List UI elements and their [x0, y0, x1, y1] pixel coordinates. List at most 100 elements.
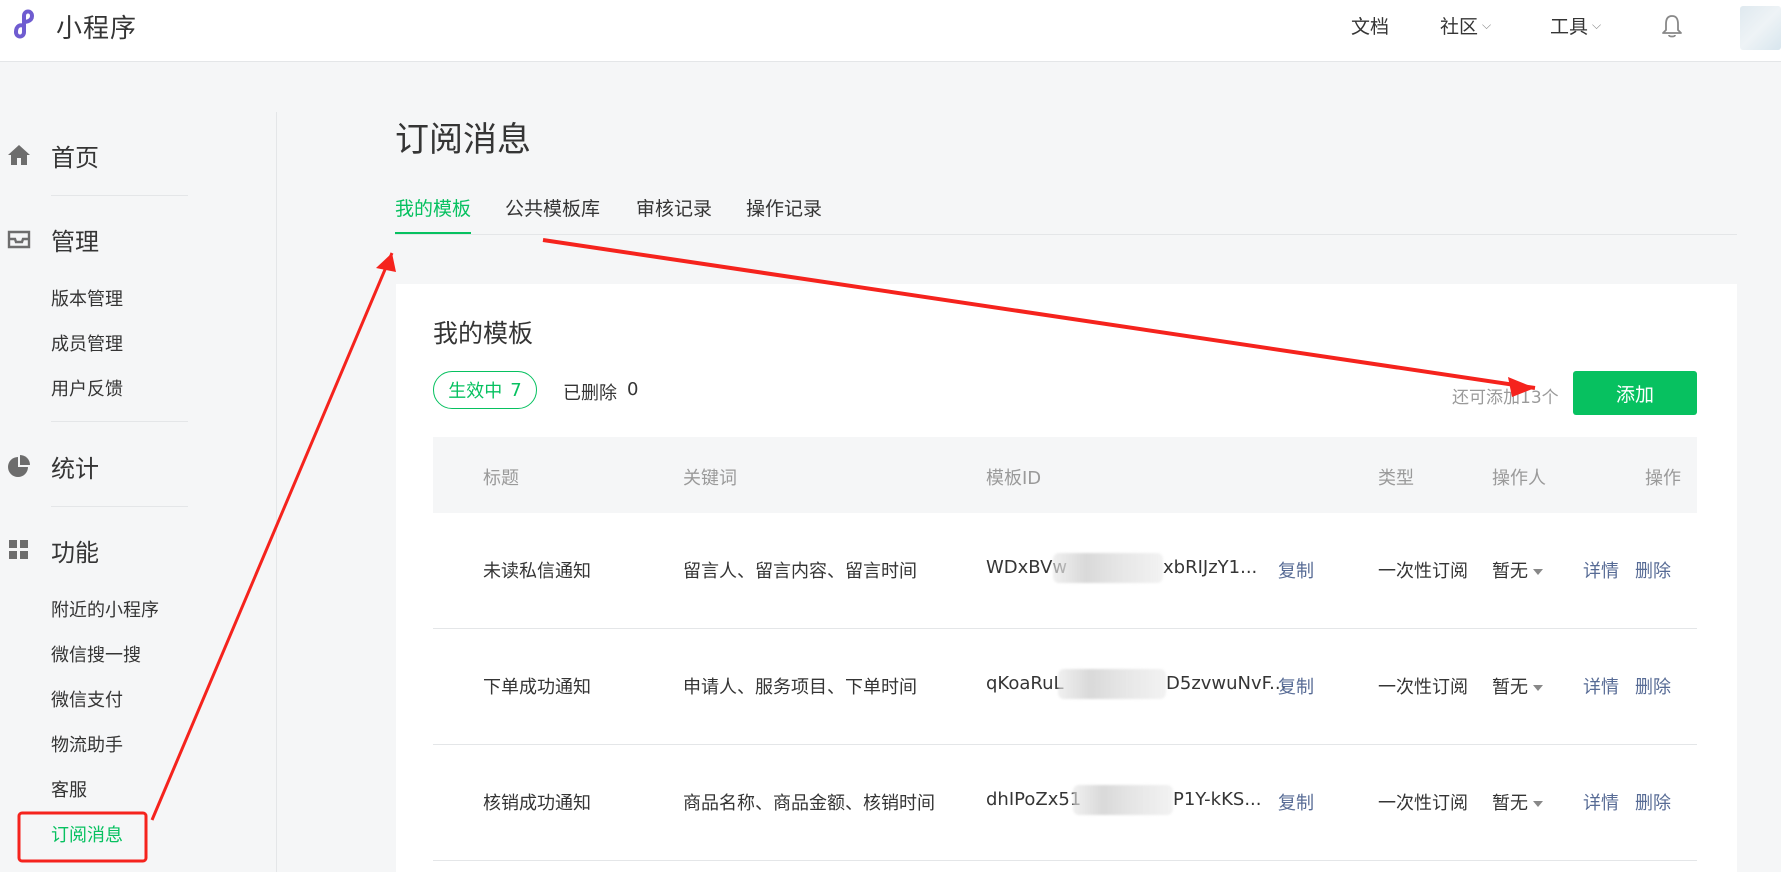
delete-link[interactable]: 删除 — [1635, 557, 1671, 583]
filter-deleted[interactable]: 已删除 0 — [563, 379, 638, 405]
col-actions: 操作 — [1645, 468, 1681, 489]
redaction-blur — [1073, 785, 1173, 815]
redaction-blur — [1058, 669, 1166, 699]
copy-link[interactable]: 复制 — [1278, 789, 1314, 815]
tab-public-library[interactable]: 公共模板库 — [505, 194, 600, 234]
tab-operation-records[interactable]: 操作记录 — [746, 194, 822, 234]
row-template-id-suffix: xbRIJzY1... — [1163, 557, 1258, 578]
home-icon — [6, 142, 32, 168]
sidebar-item-home-label: 首页 — [51, 143, 99, 172]
filter-active[interactable]: 生效中 7 — [433, 371, 537, 409]
detail-link[interactable]: 详情 — [1583, 789, 1619, 815]
chevron-down-icon: ⌵ — [1482, 18, 1492, 32]
tab-review-records[interactable]: 审核记录 — [636, 194, 712, 234]
col-template-id: 模板ID — [986, 468, 1042, 489]
nav-docs-label: 文档 — [1351, 16, 1390, 38]
row-operator: 暂无 — [1492, 793, 1528, 814]
row-keywords: 商品名称、商品金额、核销时间 — [683, 793, 935, 814]
row-template-id-suffix: D5zvwuNvF... — [1166, 673, 1287, 694]
sidebar-item-feedback[interactable]: 用户反馈 — [51, 377, 123, 403]
brand-name[interactable]: 小程序 — [56, 8, 137, 45]
sidebar-divider — [276, 112, 277, 872]
sidebar-rule — [51, 421, 188, 422]
delete-link[interactable]: 删除 — [1635, 673, 1671, 699]
nav-community[interactable]: 社区 ⌵ — [1440, 12, 1491, 39]
tab-bar: 我的模板 公共模板库 审核记录 操作记录 — [395, 190, 1737, 235]
avatar[interactable] — [1740, 6, 1781, 50]
row-operator: 暂无 — [1492, 677, 1528, 698]
col-keywords: 关键词 — [683, 468, 737, 489]
row-template-id-prefix: dhIPoZx51 — [986, 789, 1082, 810]
inbox-icon — [6, 226, 32, 252]
row-template-id-suffix: P1Y-kKS... — [1173, 789, 1262, 810]
tab-my-templates[interactable]: 我的模板 — [395, 194, 472, 234]
sidebar-item-manage-label: 管理 — [51, 227, 99, 256]
row-keywords: 申请人、服务项目、下单时间 — [683, 677, 917, 698]
row-type: 一次性订阅 — [1378, 677, 1468, 698]
nav-tools[interactable]: 工具 ⌵ — [1550, 12, 1601, 39]
operator-dropdown[interactable]: 暂无 — [1492, 557, 1543, 583]
detail-link[interactable]: 详情 — [1583, 557, 1619, 583]
row-title: 未读私信通知 — [483, 561, 591, 582]
sidebar-item-stats[interactable]: 统计 — [0, 446, 99, 486]
row-type: 一次性订阅 — [1378, 793, 1468, 814]
row-type: 一次性订阅 — [1378, 561, 1468, 582]
caret-down-icon — [1533, 569, 1543, 575]
sidebar-item-logistics[interactable]: 物流助手 — [51, 733, 123, 759]
grid-icon — [6, 537, 32, 563]
copy-link[interactable]: 复制 — [1278, 673, 1314, 699]
table-row: 未读私信通知 留言人、留言内容、留言时间 WDxBVw xbRIJzY1... … — [433, 513, 1697, 629]
row-operator: 暂无 — [1492, 561, 1528, 582]
nav-docs[interactable]: 文档 — [1351, 12, 1389, 39]
row-keywords: 留言人、留言内容、留言时间 — [683, 561, 917, 582]
sidebar-item-wechat-pay[interactable]: 微信支付 — [51, 688, 123, 714]
nav-tools-label: 工具 — [1550, 16, 1589, 38]
operator-dropdown[interactable]: 暂无 — [1492, 789, 1543, 815]
sidebar-item-home[interactable]: 首页 — [0, 135, 99, 175]
sidebar-item-features-label: 功能 — [51, 538, 99, 567]
table-header: 标题 关键词 模板ID 类型 操作人 操作 — [433, 437, 1697, 513]
row-title: 下单成功通知 — [483, 677, 591, 698]
caret-down-icon — [1533, 801, 1543, 807]
page-title: 订阅消息 — [395, 120, 531, 160]
sidebar-rule — [51, 195, 188, 196]
filter-deleted-label: 已删除 — [563, 383, 617, 404]
top-bar: 小程序 文档 社区 ⌵ 工具 ⌵ — [0, 0, 1781, 62]
add-button[interactable]: 添加 — [1573, 371, 1697, 415]
annotation-arrowhead-tab — [376, 253, 396, 272]
filter-active-label: 生效中 — [448, 381, 503, 402]
sidebar-item-members[interactable]: 成员管理 — [51, 332, 123, 358]
col-type: 类型 — [1378, 468, 1414, 489]
delete-link[interactable]: 删除 — [1635, 789, 1671, 815]
col-operator: 操作人 — [1492, 468, 1546, 489]
sidebar-item-manage[interactable]: 管理 — [0, 219, 99, 259]
sidebar-item-wechat-search[interactable]: 微信搜一搜 — [51, 643, 141, 669]
sidebar-item-stats-label: 统计 — [51, 454, 99, 483]
sidebar-item-features[interactable]: 功能 — [0, 530, 99, 570]
templates-card: 我的模板 生效中 7 已删除 0 还可添加13个 添加 标题 关键词 模板ID … — [396, 284, 1737, 872]
sidebar-item-nearby[interactable]: 附近的小程序 — [51, 598, 159, 624]
table-row: 下单成功通知 申请人、服务项目、下单时间 qKoaRuL D5zvwuNvF..… — [433, 629, 1697, 745]
operator-dropdown[interactable]: 暂无 — [1492, 673, 1543, 699]
sidebar-item-customer-service[interactable]: 客服 — [51, 778, 87, 804]
row-title: 核销成功通知 — [483, 793, 591, 814]
filter-active-count: 7 — [510, 379, 522, 401]
sidebar-item-version[interactable]: 版本管理 — [51, 287, 123, 313]
col-title: 标题 — [483, 468, 519, 489]
chevron-down-icon: ⌵ — [1592, 18, 1602, 32]
detail-link[interactable]: 详情 — [1583, 673, 1619, 699]
mini-program-logo-icon[interactable] — [6, 4, 46, 44]
nav-community-label: 社区 — [1440, 16, 1479, 38]
caret-down-icon — [1533, 685, 1543, 691]
copy-link[interactable]: 复制 — [1278, 557, 1314, 583]
sidebar-item-subscribe-messages[interactable]: 订阅消息 — [51, 823, 123, 849]
filter-deleted-count: 0 — [627, 379, 639, 400]
quota-text: 还可添加13个 — [1452, 388, 1559, 408]
sidebar-rule — [51, 506, 188, 507]
bell-icon[interactable] — [1659, 13, 1685, 39]
row-template-id-prefix: qKoaRuL — [986, 673, 1064, 694]
pie-chart-icon — [6, 453, 32, 479]
table-row: 核销成功通知 商品名称、商品金额、核销时间 dhIPoZx51 P1Y-kKS.… — [433, 745, 1697, 861]
redaction-blur — [1053, 553, 1163, 583]
card-title: 我的模板 — [433, 319, 534, 348]
